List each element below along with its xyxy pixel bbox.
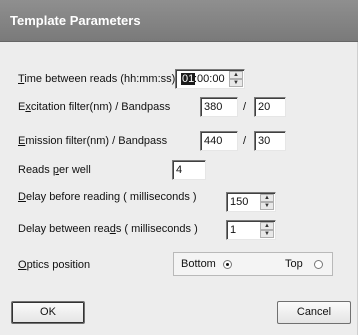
- spin-up-arrow-icon[interactable]: ▲: [229, 71, 243, 79]
- spin-up-arrow-icon[interactable]: ▲: [260, 222, 274, 230]
- delay-before-reading-input[interactable]: ▲ ▼: [226, 192, 276, 212]
- time-between-reads-input[interactable]: 01 :00:00 ▲ ▼: [175, 69, 245, 89]
- delay-between-spinner[interactable]: ▲ ▼: [260, 222, 274, 238]
- title-bar: Template Parameters: [0, 0, 358, 42]
- excitation-bandpass-value[interactable]: [258, 101, 282, 113]
- spin-down-arrow-icon[interactable]: ▼: [260, 230, 274, 238]
- spin-down-arrow-icon[interactable]: ▼: [260, 202, 274, 210]
- emission-bandpass-input[interactable]: [254, 131, 286, 151]
- emission-filter-value[interactable]: [204, 135, 234, 147]
- optics-top-label: Top: [285, 258, 303, 270]
- reads-per-well-label: Reads per well: [18, 164, 91, 176]
- spin-down-arrow-icon[interactable]: ▼: [229, 79, 243, 87]
- emission-filter-input[interactable]: [200, 131, 238, 151]
- time-spinner[interactable]: ▲ ▼: [229, 71, 243, 87]
- optics-bottom-radio[interactable]: [223, 260, 232, 269]
- cancel-button[interactable]: Cancel: [277, 301, 351, 324]
- reads-per-well-value[interactable]: [176, 164, 202, 176]
- template-parameters-dialog: Template Parameters Time between reads (…: [0, 0, 358, 335]
- delay-before-reading-label: Delay before reading ( milliseconds ): [18, 191, 197, 203]
- time-minutes-seconds-segment[interactable]: :00:00: [194, 73, 225, 85]
- emission-separator: /: [243, 135, 247, 147]
- delay-before-spinner[interactable]: ▲ ▼: [260, 194, 274, 210]
- spin-up-arrow-icon[interactable]: ▲: [260, 194, 274, 202]
- excitation-separator: /: [243, 101, 247, 113]
- excitation-filter-label: Excitation filter(nm) / Bandpass: [18, 101, 171, 113]
- emission-bandpass-value[interactable]: [258, 135, 282, 147]
- delay-between-reads-value[interactable]: [230, 224, 260, 236]
- delay-before-reading-value[interactable]: [230, 196, 260, 208]
- optics-position-group: Bottom Top: [173, 252, 333, 276]
- optics-bottom-label: Bottom: [181, 258, 216, 270]
- emission-filter-label: Emission filter(nm) / Bandpass: [18, 135, 168, 147]
- excitation-filter-input[interactable]: [200, 97, 238, 117]
- dialog-title: Template Parameters: [10, 13, 141, 28]
- reads-per-well-input[interactable]: [172, 160, 206, 180]
- excitation-bandpass-input[interactable]: [254, 97, 286, 117]
- delay-between-reads-label: Delay between reads ( milliseconds ): [18, 223, 198, 235]
- optics-top-radio[interactable]: [314, 260, 323, 269]
- time-between-reads-label: Time between reads (hh:mm:ss): [18, 73, 176, 85]
- delay-between-reads-input[interactable]: ▲ ▼: [226, 220, 276, 240]
- optics-position-label: Optics position: [18, 259, 91, 271]
- excitation-filter-value[interactable]: [204, 101, 234, 113]
- ok-button[interactable]: OK: [11, 301, 85, 324]
